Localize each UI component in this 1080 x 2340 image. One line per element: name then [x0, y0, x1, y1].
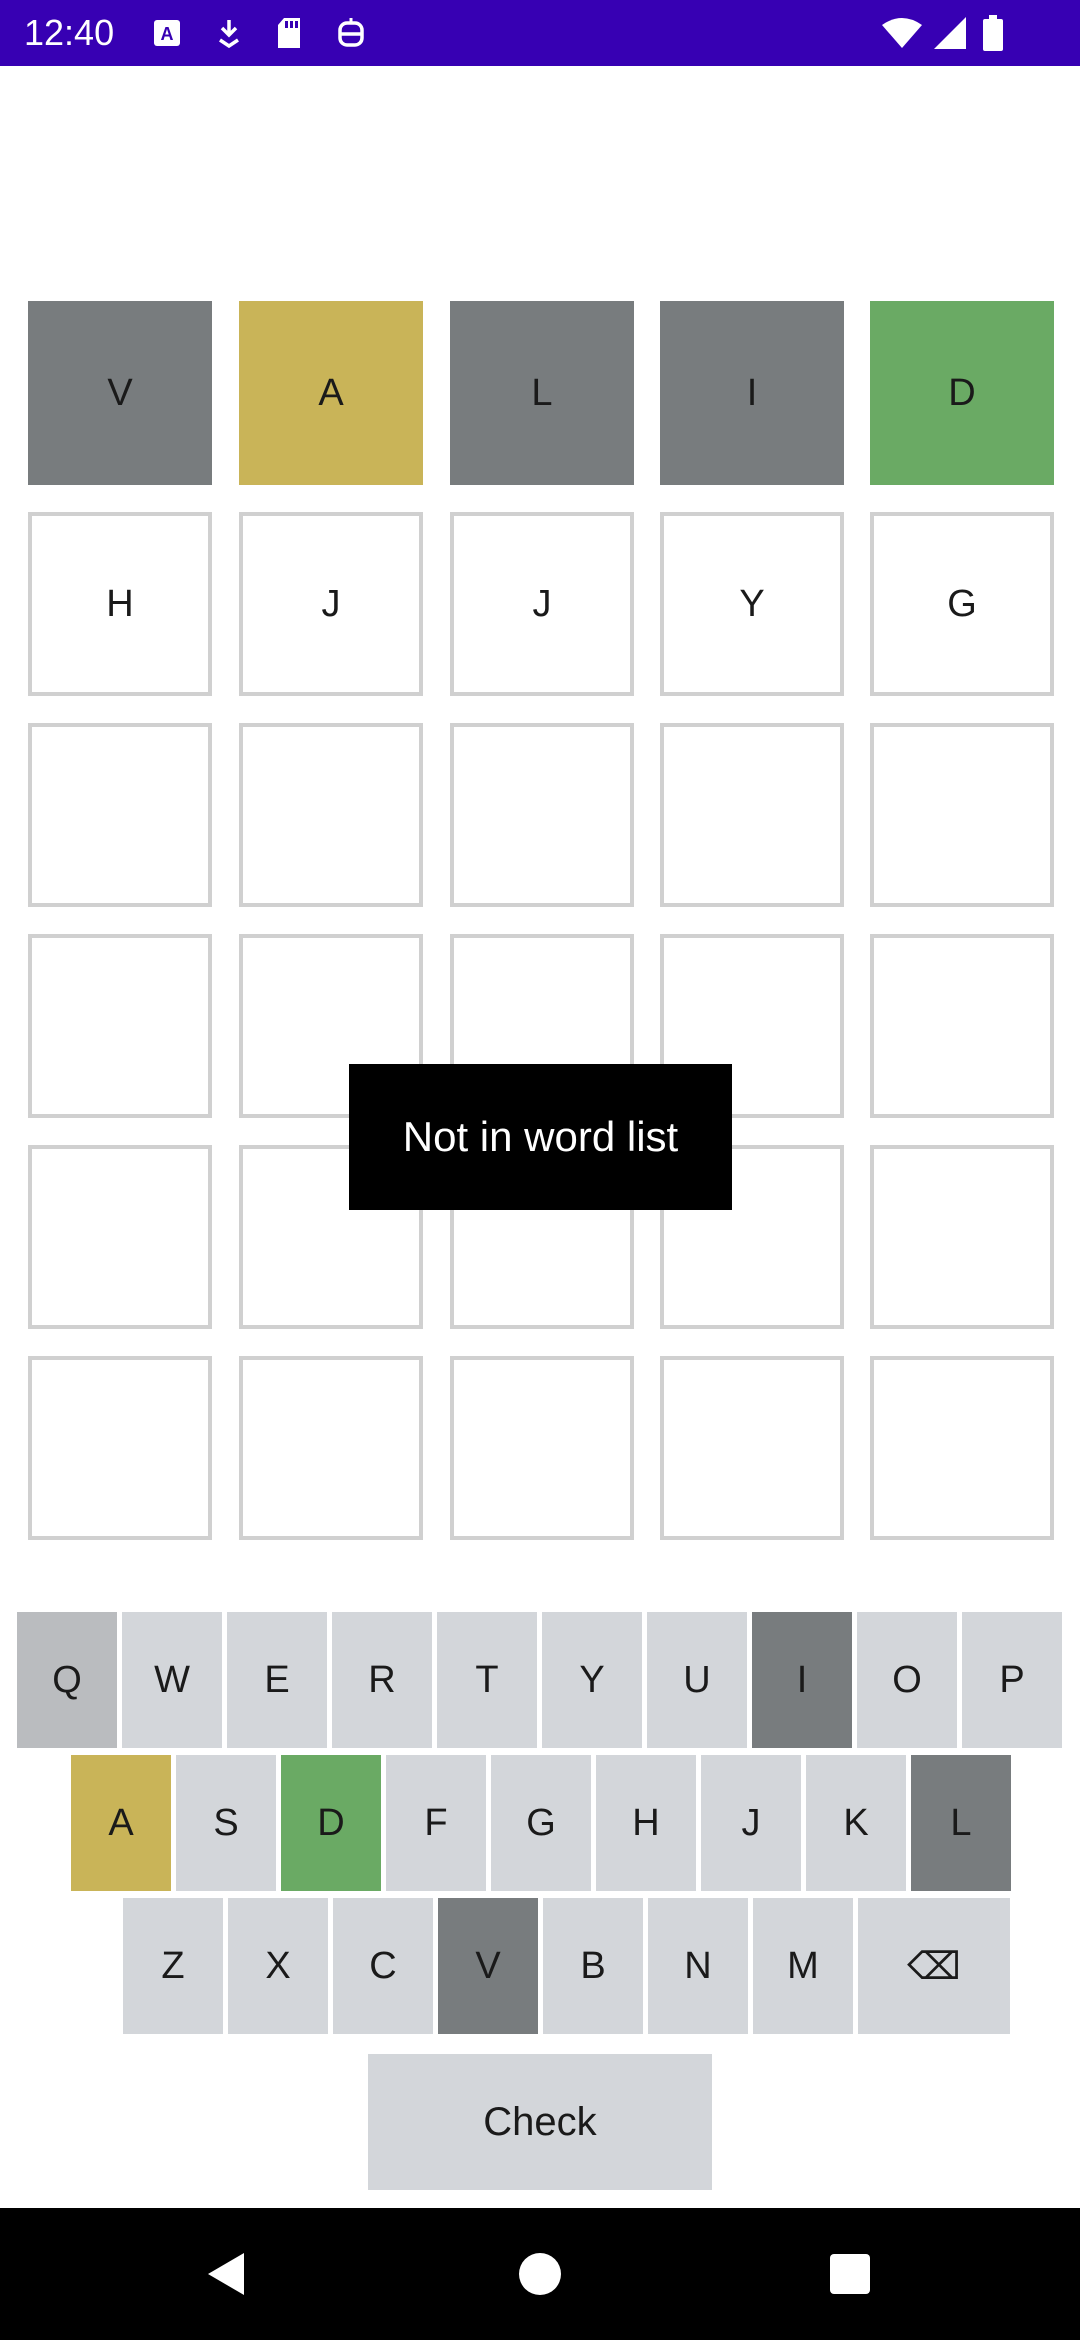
- board-tile-r2-c3: J: [450, 512, 634, 696]
- board-tile-r2-c1: H: [28, 512, 212, 696]
- key-u[interactable]: U: [647, 1612, 747, 1748]
- backspace-icon[interactable]: ⌫: [858, 1898, 1010, 2034]
- board-tile-r1-c1: V: [28, 301, 212, 485]
- board-tile-r1-c4: I: [660, 301, 844, 485]
- recents-icon[interactable]: [812, 2236, 888, 2312]
- key-d[interactable]: D: [281, 1755, 381, 1891]
- board-tile-r3-c2: [239, 723, 423, 907]
- game-board: VALIDHJJYG: [0, 0, 1080, 1600]
- key-r[interactable]: R: [332, 1612, 432, 1748]
- key-z[interactable]: Z: [123, 1898, 223, 2034]
- board-tile-r6-c1: [28, 1356, 212, 1540]
- key-p[interactable]: P: [962, 1612, 1062, 1748]
- board-tile-r3-c1: [28, 723, 212, 907]
- board-tile-r2-c2: J: [239, 512, 423, 696]
- key-g[interactable]: G: [491, 1755, 591, 1891]
- key-h[interactable]: H: [596, 1755, 696, 1891]
- back-icon[interactable]: [188, 2236, 264, 2312]
- key-t[interactable]: T: [437, 1612, 537, 1748]
- key-i[interactable]: I: [752, 1612, 852, 1748]
- board-tile-r5-c5: [870, 1145, 1054, 1329]
- key-c[interactable]: C: [333, 1898, 433, 2034]
- key-l[interactable]: L: [911, 1755, 1011, 1891]
- key-f[interactable]: F: [386, 1755, 486, 1891]
- key-v[interactable]: V: [438, 1898, 538, 2034]
- key-w[interactable]: W: [122, 1612, 222, 1748]
- key-n[interactable]: N: [648, 1898, 748, 2034]
- toast-message: Not in word list: [349, 1064, 732, 1210]
- key-j[interactable]: J: [701, 1755, 801, 1891]
- key-y[interactable]: Y: [542, 1612, 642, 1748]
- key-e[interactable]: E: [227, 1612, 327, 1748]
- key-x[interactable]: X: [228, 1898, 328, 2034]
- board-tile-r3-c3: [450, 723, 634, 907]
- board-tile-r1-c3: L: [450, 301, 634, 485]
- home-icon[interactable]: [502, 2236, 578, 2312]
- board-tile-r2-c4: Y: [660, 512, 844, 696]
- key-s[interactable]: S: [176, 1755, 276, 1891]
- board-tile-r5-c1: [28, 1145, 212, 1329]
- board-tile-r3-c4: [660, 723, 844, 907]
- key-a[interactable]: A: [71, 1755, 171, 1891]
- check-button[interactable]: Check: [368, 2054, 712, 2190]
- navigation-bar: [0, 2208, 1080, 2340]
- board-tile-r1-c2: A: [239, 301, 423, 485]
- board-tile-r2-c5: G: [870, 512, 1054, 696]
- board-tile-r4-c5: [870, 934, 1054, 1118]
- board-tile-r4-c1: [28, 934, 212, 1118]
- board-tile-r6-c5: [870, 1356, 1054, 1540]
- key-m[interactable]: M: [753, 1898, 853, 2034]
- key-o[interactable]: O: [857, 1612, 957, 1748]
- board-tile-r1-c5: D: [870, 301, 1054, 485]
- key-b[interactable]: B: [543, 1898, 643, 2034]
- board-tile-r6-c2: [239, 1356, 423, 1540]
- key-k[interactable]: K: [806, 1755, 906, 1891]
- board-tile-r6-c4: [660, 1356, 844, 1540]
- board-tile-r6-c3: [450, 1356, 634, 1540]
- board-tile-r3-c5: [870, 723, 1054, 907]
- key-q[interactable]: Q: [17, 1612, 117, 1748]
